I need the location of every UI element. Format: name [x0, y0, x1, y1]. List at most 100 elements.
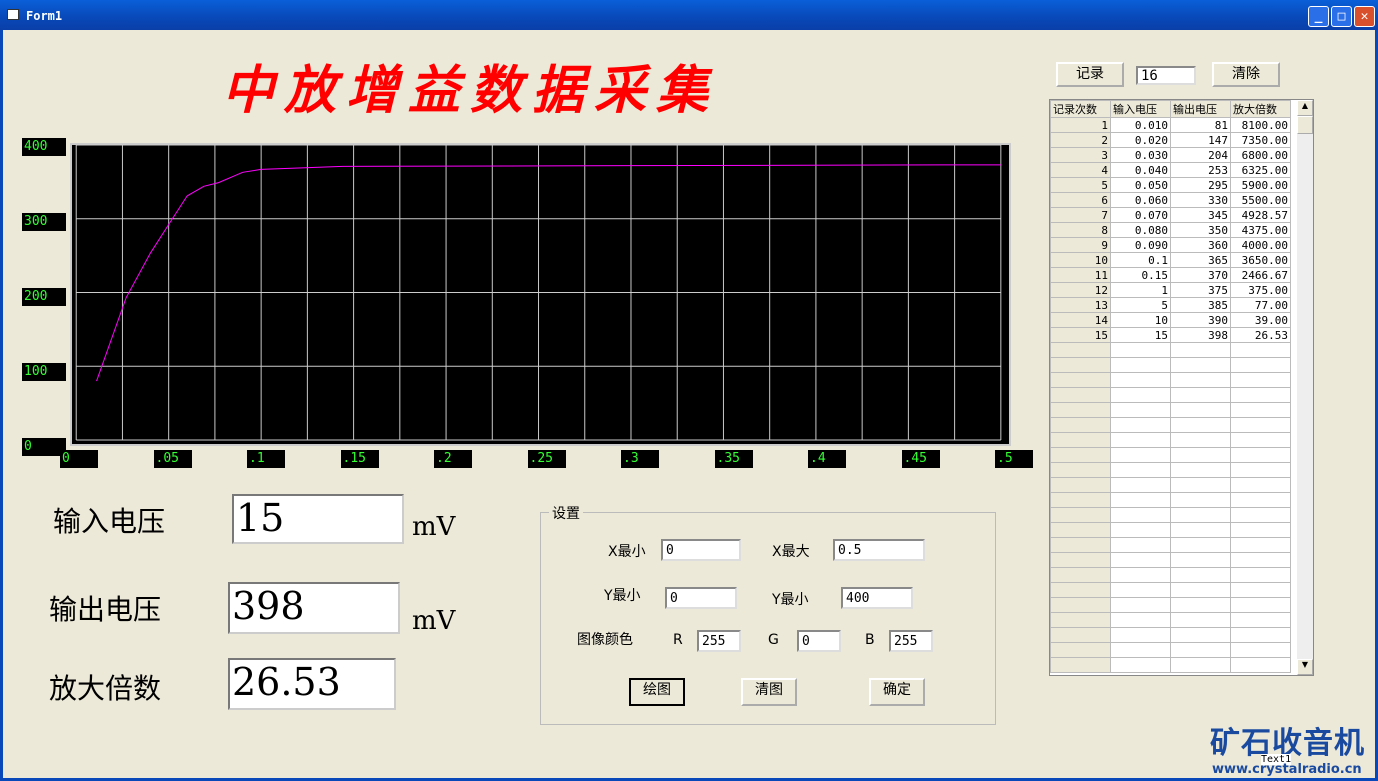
table-row[interactable]: 1 0.010 81 8100.00 — [1050, 117, 1291, 133]
table-row[interactable]: 5 0.050 295 5900.00 — [1050, 177, 1291, 193]
table-cell: 0.040 — [1110, 162, 1171, 178]
table-cell: 0.1 — [1110, 252, 1171, 268]
g-input[interactable]: 0 — [797, 630, 841, 652]
table-row[interactable]: 4 0.040 253 6325.00 — [1050, 162, 1291, 178]
scroll-thumb[interactable] — [1297, 116, 1313, 134]
clear-records-button[interactable]: 清除 — [1212, 62, 1280, 87]
ymax-label: Y最小 — [772, 592, 809, 608]
maximize-button[interactable]: □ — [1331, 6, 1352, 27]
xmin-input[interactable]: 0 — [661, 539, 741, 561]
table-row[interactable]: 11 0.15 370 2466.67 — [1050, 267, 1291, 283]
empty-row — [1050, 642, 1291, 658]
output-voltage-label: 输出电压 — [49, 593, 162, 626]
ymin-input[interactable]: 0 — [665, 587, 737, 609]
empty-row — [1050, 372, 1291, 388]
chart-plot-area — [70, 143, 1011, 446]
y-tick-label: 200 — [22, 288, 66, 306]
table-cell: 370 — [1170, 267, 1231, 283]
title-bar: Form1 _ □ ✕ — [0, 0, 1378, 30]
scroll-up-icon[interactable]: ▲ — [1297, 100, 1313, 116]
table-cell: 81 — [1170, 117, 1231, 133]
table-cell: 13 — [1050, 297, 1111, 313]
empty-row — [1050, 432, 1291, 448]
table-row[interactable]: 15 15 398 26.53 — [1050, 327, 1291, 343]
y-tick-label: 300 — [22, 213, 66, 231]
empty-row — [1050, 657, 1291, 673]
table-cell: 360 — [1170, 237, 1231, 253]
output-voltage-field[interactable]: 398 — [228, 582, 400, 634]
table-cell: 0.020 — [1110, 132, 1171, 148]
scroll-down-icon[interactable]: ▼ — [1297, 659, 1313, 675]
empty-row — [1050, 537, 1291, 553]
input-unit: mV — [412, 512, 456, 542]
table-cell: 0.060 — [1110, 192, 1171, 208]
column-header[interactable]: 输出电压 — [1170, 100, 1231, 118]
b-label: B — [865, 632, 875, 648]
table-row[interactable]: 2 0.020 147 7350.00 — [1050, 132, 1291, 148]
record-button[interactable]: 记录 — [1056, 62, 1124, 87]
table-cell: 0.080 — [1110, 222, 1171, 238]
table-cell: 5900.00 — [1230, 177, 1291, 193]
empty-row — [1050, 582, 1291, 598]
table-cell: 295 — [1170, 177, 1231, 193]
empty-row — [1050, 492, 1291, 508]
table-row[interactable]: 8 0.080 350 4375.00 — [1050, 222, 1291, 238]
ok-button[interactable]: 确定 — [869, 678, 925, 706]
record-count-input[interactable]: 16 — [1136, 66, 1196, 85]
minimize-button[interactable]: _ — [1308, 6, 1329, 27]
table-row[interactable]: 3 0.030 204 6800.00 — [1050, 147, 1291, 163]
gain-field[interactable]: 26.53 — [228, 658, 396, 710]
empty-row — [1050, 552, 1291, 568]
column-header[interactable]: 输入电压 — [1110, 100, 1171, 118]
table-cell: 10 — [1110, 312, 1171, 328]
table-row[interactable]: 9 0.090 360 4000.00 — [1050, 237, 1291, 253]
page-title: 中放增益数据采集 — [222, 60, 719, 121]
table-cell: 0.030 — [1110, 147, 1171, 163]
data-grid[interactable]: 记录次数 输入电压 输出电压 放大倍数 1 0.010 81 8100.00 2 0.020 147… — [1049, 99, 1314, 676]
table-cell: 26.53 — [1230, 327, 1291, 343]
table-cell: 6800.00 — [1230, 147, 1291, 163]
table-cell: 365 — [1170, 252, 1231, 268]
empty-row — [1050, 447, 1291, 463]
table-cell: 0.090 — [1110, 237, 1171, 253]
empty-row — [1050, 597, 1291, 613]
app-icon — [7, 9, 19, 20]
table-cell: 39.00 — [1230, 312, 1291, 328]
series-line — [96, 164, 1001, 382]
xmin-label: X最小 — [608, 544, 646, 560]
table-cell: 0.050 — [1110, 177, 1171, 193]
output-unit: mV — [412, 606, 456, 636]
table-cell: 11 — [1050, 267, 1111, 283]
column-header[interactable]: 记录次数 — [1050, 100, 1111, 118]
empty-row — [1050, 462, 1291, 478]
table-row[interactable]: 10 0.1 365 3650.00 — [1050, 252, 1291, 268]
close-button[interactable]: ✕ — [1354, 6, 1375, 27]
ymax-input[interactable]: 400 — [841, 587, 913, 609]
clear-plot-button[interactable]: 清图 — [741, 678, 797, 706]
table-row[interactable]: 6 0.060 330 5500.00 — [1050, 192, 1291, 208]
table-cell: 4375.00 — [1230, 222, 1291, 238]
table-cell: 15 — [1110, 327, 1171, 343]
empty-row — [1050, 357, 1291, 373]
draw-button[interactable]: 绘图 — [629, 678, 685, 706]
xmax-label: X最大 — [772, 544, 810, 560]
empty-row — [1050, 402, 1291, 418]
table-row[interactable]: 12 1 375 375.00 — [1050, 282, 1291, 298]
input-voltage-field[interactable]: 15 — [232, 494, 404, 544]
grid-scrollbar[interactable]: ▲ ▼ — [1297, 100, 1313, 675]
table-row[interactable]: 13 5 385 77.00 — [1050, 297, 1291, 313]
r-input[interactable]: 255 — [697, 630, 741, 652]
r-label: R — [673, 632, 683, 648]
table-cell: 3650.00 — [1230, 252, 1291, 268]
table-cell: 2466.67 — [1230, 267, 1291, 283]
x-tick-label: 0 — [60, 450, 98, 468]
table-cell: 7 — [1050, 207, 1111, 223]
xmax-input[interactable]: 0.5 — [833, 539, 925, 561]
table-row[interactable]: 14 10 390 39.00 — [1050, 312, 1291, 328]
table-row[interactable]: 7 0.070 345 4928.57 — [1050, 207, 1291, 223]
table-cell: 350 — [1170, 222, 1231, 238]
b-input[interactable]: 255 — [889, 630, 933, 652]
column-header[interactable]: 放大倍数 — [1230, 100, 1291, 118]
x-tick-label: .35 — [714, 450, 753, 468]
table-cell: 7350.00 — [1230, 132, 1291, 148]
